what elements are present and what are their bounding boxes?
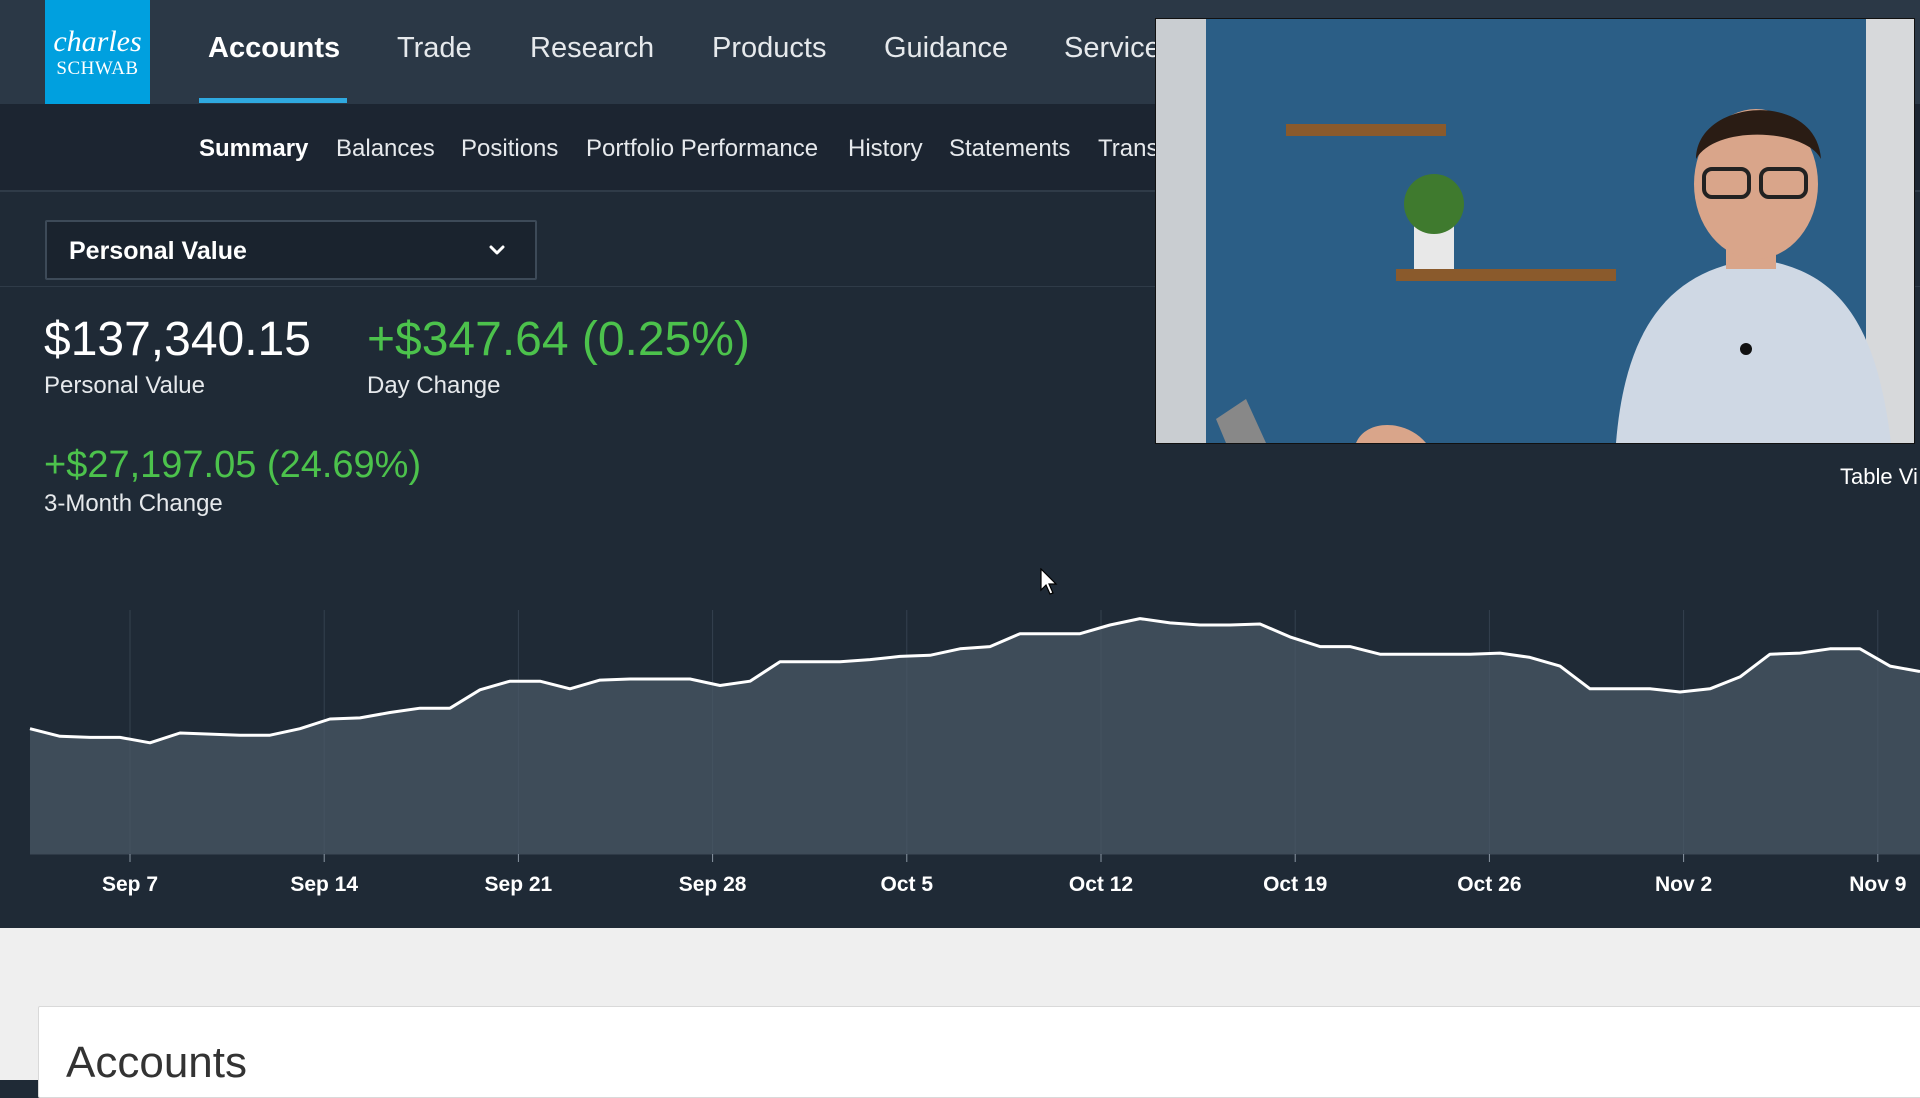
value-selector-dropdown[interactable]: Personal Value (45, 220, 537, 280)
accounts-card (38, 1006, 1920, 1098)
three-month-change-amount: +$27,197.05 (24.69%) (44, 444, 422, 486)
personal-value-amount: $137,340.15 (44, 313, 311, 366)
subnav-summary[interactable]: Summary (199, 135, 308, 163)
value-selector-label: Personal Value (69, 237, 247, 265)
three-month-change-label: 3-Month Change (44, 490, 223, 517)
nav-guidance[interactable]: Guidance (884, 32, 1008, 65)
nav-service[interactable]: Service (1064, 32, 1161, 65)
x-tick-label: Sep 28 (679, 873, 747, 896)
x-tick-label: Nov 2 (1655, 873, 1712, 896)
nav-research[interactable]: Research (530, 32, 654, 65)
chevron-down-icon (489, 245, 505, 255)
schwab-logo[interactable]: charles SCHWAB (45, 0, 150, 104)
presenter-video-overlay (1155, 18, 1915, 444)
day-change-amount: +$347.64 (0.25%) (367, 313, 750, 366)
x-tick-label: Sep 21 (485, 873, 553, 896)
subnav-positions[interactable]: Positions (461, 135, 558, 163)
subnav-statements[interactable]: Statements (949, 135, 1070, 163)
nav-products[interactable]: Products (712, 32, 826, 65)
x-tick-label: Oct 12 (1069, 873, 1133, 896)
subnav-history[interactable]: History (848, 135, 923, 163)
active-tab-indicator (199, 98, 347, 103)
accounts-heading: Accounts (66, 1038, 247, 1087)
day-change-label: Day Change (367, 372, 501, 399)
table-view-toggle[interactable]: Table Vi (1840, 464, 1918, 490)
subnav-balances[interactable]: Balances (336, 135, 435, 163)
nav-accounts[interactable]: Accounts (208, 32, 340, 65)
subnav-transactions[interactable]: Trans (1098, 135, 1158, 163)
subnav-portfolio-performance[interactable]: Portfolio Performance (586, 135, 818, 163)
performance-area (30, 618, 1920, 854)
x-tick-label: Nov 9 (1849, 873, 1906, 896)
x-tick-label: Sep 14 (290, 873, 358, 896)
mouse-cursor-icon (1040, 568, 1058, 595)
x-tick-label: Oct 26 (1457, 873, 1521, 896)
x-tick-label: Oct 19 (1263, 873, 1327, 896)
performance-chart: Sep 7 Sep 14 Sep 21 Sep 28 Oct 5 Oct 12 Oct 19… (29, 610, 1920, 896)
x-tick-label: Sep 7 (102, 873, 158, 896)
nav-trade[interactable]: Trade (397, 32, 472, 65)
personal-value-label: Personal Value (44, 372, 205, 399)
presenter-video-frame (1156, 19, 1914, 443)
x-tick-label: Oct 5 (881, 873, 934, 896)
